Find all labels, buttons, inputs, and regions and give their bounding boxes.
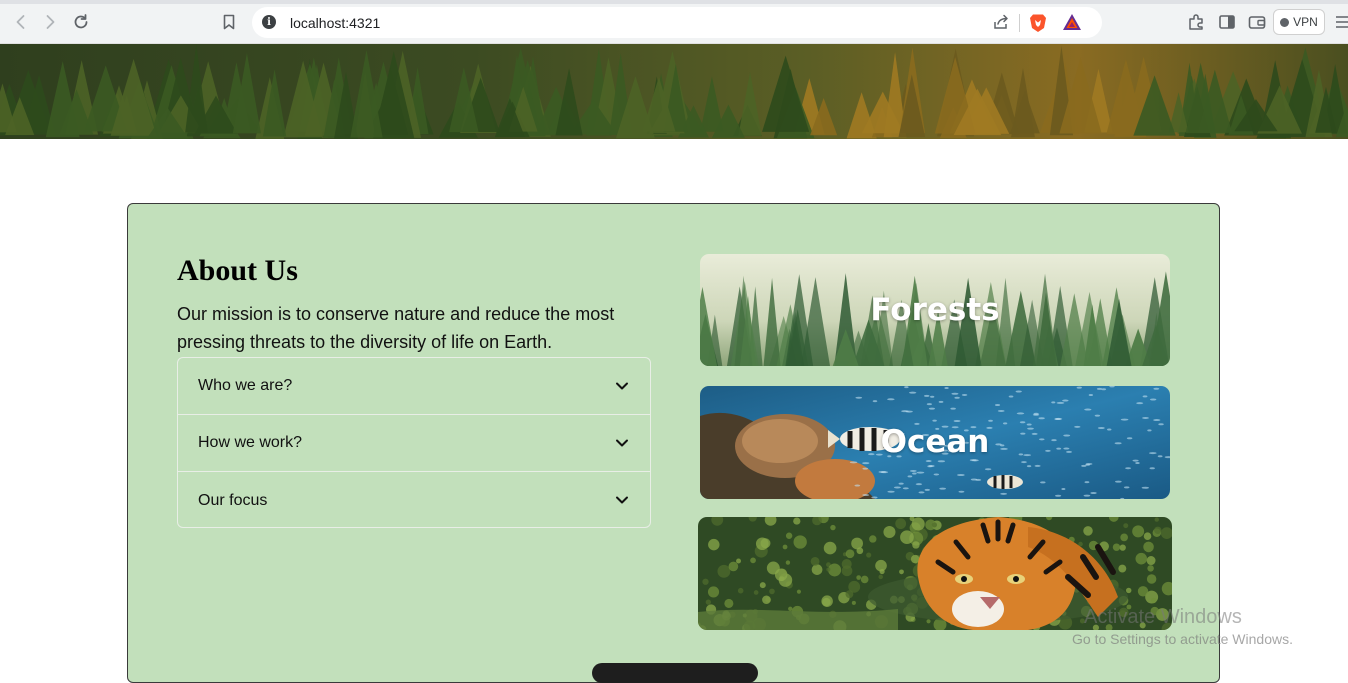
vpn-label: VPN (1293, 15, 1318, 29)
forests-label: Forests (870, 292, 1000, 328)
activate-windows-title: Activate Windows (1084, 606, 1242, 628)
back-icon[interactable] (11, 12, 31, 32)
striped-fish-small (987, 475, 1023, 489)
url-text: localhost:4321 (290, 15, 381, 31)
vpn-button[interactable]: VPN (1273, 9, 1325, 35)
brave-rewards-icon[interactable] (1062, 13, 1082, 31)
accordion-item-our-focus[interactable]: Our focus (178, 472, 650, 529)
site-info-icon[interactable]: i (262, 15, 276, 29)
wallet-icon[interactable] (1247, 12, 1267, 32)
about-title: About Us (177, 254, 298, 287)
menu-icon[interactable] (1334, 12, 1348, 32)
about-card: About Us Our mission is to conserve natu… (127, 203, 1220, 683)
reload-icon[interactable] (71, 12, 91, 32)
accordion-label: Our focus (198, 491, 268, 509)
accordion-item-who-we-are[interactable]: Who we are? (178, 358, 650, 415)
vpn-status-icon (1280, 17, 1290, 27)
accordion-item-how-we-work[interactable]: How we work? (178, 415, 650, 472)
hero-forest-image (0, 44, 1348, 139)
browser-toolbar: i localhost:4321 VPN (0, 0, 1348, 44)
address-bar[interactable]: i localhost:4321 (252, 7, 1102, 38)
ocean-tile[interactable]: Ocean (700, 386, 1170, 499)
forests-tile[interactable]: Forests (700, 254, 1170, 366)
bottom-button[interactable] (592, 663, 758, 683)
activate-windows-subtitle: Go to Settings to activate Windows. (1072, 631, 1293, 647)
bookmark-icon[interactable] (219, 12, 239, 32)
extensions-icon[interactable] (1186, 12, 1206, 32)
accordion-label: How we work? (198, 434, 303, 451)
forward-icon[interactable] (40, 12, 60, 32)
chevron-down-icon (616, 382, 628, 390)
ocean-label: Ocean (880, 424, 990, 460)
about-accordion: Who we are? How we work? Our focus (177, 357, 651, 528)
share-icon[interactable] (992, 13, 1010, 31)
address-divider (1019, 14, 1020, 32)
tab-strip-edge (0, 0, 1348, 4)
about-description: Our mission is to conserve nature and re… (177, 304, 615, 352)
chevron-down-icon (616, 439, 628, 447)
sidebar-icon[interactable] (1217, 12, 1237, 32)
brave-shield-icon[interactable] (1029, 13, 1047, 33)
accordion-label: Who we are? (198, 377, 293, 394)
chevron-down-icon (616, 496, 628, 504)
